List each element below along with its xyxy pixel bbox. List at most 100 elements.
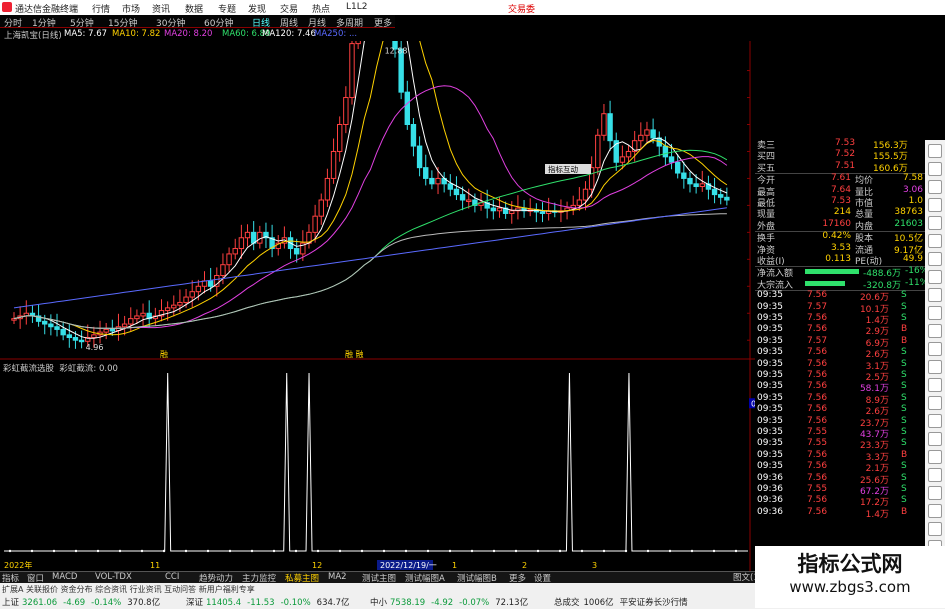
candle-body[interactable]	[429, 177, 435, 185]
candle-body[interactable]	[496, 207, 503, 212]
tab-2[interactable]: MACD	[52, 572, 77, 582]
grid-icon[interactable]	[928, 306, 942, 320]
menu-item-7[interactable]: 热点	[312, 2, 330, 15]
candle-body[interactable]	[576, 199, 583, 206]
candle-body[interactable]	[91, 334, 97, 339]
menu-item-6[interactable]: 交易	[280, 2, 298, 15]
candle-body[interactable]	[72, 337, 79, 341]
candle-body[interactable]	[625, 150, 632, 158]
candle-body[interactable]	[453, 188, 460, 196]
zoom-icon[interactable]	[928, 162, 942, 176]
period-2[interactable]: 5分钟	[70, 16, 94, 29]
candle-body[interactable]	[681, 172, 687, 179]
user-icon[interactable]	[928, 378, 942, 392]
period-0[interactable]: 分时	[4, 16, 22, 29]
candle-body[interactable]	[638, 134, 644, 142]
exit-icon[interactable]	[928, 396, 942, 410]
index-item[interactable]: 深证 11405.4 -11.53 -0.10% 634.7亿	[186, 596, 350, 608]
candle-body[interactable]	[404, 91, 410, 125]
candle-body[interactable]	[324, 177, 331, 201]
chart-icon[interactable]	[928, 198, 942, 212]
candle-body[interactable]	[595, 134, 601, 169]
candle-body[interactable]	[693, 183, 699, 188]
candle-body[interactable]	[226, 253, 232, 266]
candle-body[interactable]	[662, 145, 669, 158]
candle-body[interactable]	[293, 248, 300, 255]
candle-body[interactable]	[674, 161, 681, 174]
candle-body[interactable]	[66, 334, 73, 339]
candle-body[interactable]	[128, 318, 134, 325]
candle-body[interactable]	[466, 199, 472, 202]
menu-icon[interactable]	[928, 288, 942, 302]
index-item[interactable]: 中小 7538.19 -4.92 -0.07% 72.13亿	[370, 596, 528, 608]
layers-icon[interactable]	[928, 324, 942, 338]
candle-body[interactable]	[244, 231, 251, 239]
candle-body[interactable]	[42, 320, 48, 325]
period-7[interactable]: 周线	[280, 16, 298, 29]
candle-body[interactable]	[60, 328, 66, 336]
index-item[interactable]: 上证 3261.06 -4.69 -0.14% 370.8亿	[2, 596, 160, 608]
share-icon[interactable]	[928, 450, 942, 464]
tab-8[interactable]: MA2	[328, 572, 347, 582]
candle-body[interactable]	[103, 328, 109, 333]
candle-body[interactable]	[195, 285, 202, 293]
candle-body[interactable]	[109, 328, 116, 332]
candle-body[interactable]	[238, 237, 245, 250]
period-1[interactable]: 1分钟	[32, 16, 56, 29]
period-6[interactable]: 日线	[252, 16, 270, 29]
candle-body[interactable]	[134, 315, 140, 320]
candle-body[interactable]	[189, 291, 195, 298]
candle-body[interactable]	[718, 194, 724, 198]
info-icon[interactable]	[928, 216, 942, 230]
candle-body[interactable]	[410, 124, 417, 147]
period-3[interactable]: 15分钟	[108, 16, 137, 29]
candle-body[interactable]	[220, 264, 226, 276]
kline-chart[interactable]: 10.009.509.008.508.007.507.006.506.005.5…	[0, 41, 755, 571]
candle-body[interactable]	[423, 167, 429, 179]
candle-body[interactable]	[11, 318, 17, 321]
candle-body[interactable]	[54, 326, 60, 330]
candle-body[interactable]	[724, 196, 730, 201]
flag-icon[interactable]	[928, 270, 942, 284]
candle-body[interactable]	[140, 312, 146, 317]
candle-body[interactable]	[183, 296, 189, 303]
period-5[interactable]: 60分钟	[204, 16, 233, 29]
indicator-popup[interactable]: 指标互动	[545, 164, 591, 174]
period-8[interactable]: 月线	[308, 16, 326, 29]
candle-body[interactable]	[177, 301, 183, 306]
candle-body[interactable]	[171, 304, 177, 309]
period-4[interactable]: 30分钟	[156, 16, 185, 29]
candle-body[interactable]	[644, 129, 650, 136]
tab-3[interactable]: VOL-TDX	[95, 572, 132, 582]
candle-body[interactable]	[318, 199, 324, 217]
print-icon[interactable]	[928, 486, 942, 500]
candle-body[interactable]	[539, 211, 546, 214]
candle-body[interactable]	[349, 43, 355, 99]
help-icon[interactable]	[928, 342, 942, 356]
candle-body[interactable]	[232, 248, 238, 255]
candle-body[interactable]	[447, 183, 454, 190]
home-icon[interactable]	[928, 432, 942, 446]
candle-body[interactable]	[509, 210, 515, 214]
candle-body[interactable]	[164, 307, 171, 312]
candle-body[interactable]	[607, 113, 613, 142]
candle-body[interactable]	[601, 113, 607, 136]
export-icon[interactable]	[928, 468, 942, 482]
menu-item-4[interactable]: 专题	[218, 2, 236, 15]
list-icon[interactable]	[928, 180, 942, 194]
candle-body[interactable]	[490, 207, 497, 212]
ticker-text[interactable]: 扩展A 关联报价 资金分布 综合资讯 行业资讯 互动问答 新用户福利专享	[2, 584, 522, 594]
candle-body[interactable]	[207, 280, 214, 287]
refresh-icon[interactable]	[928, 144, 942, 158]
candle-body[interactable]	[459, 194, 466, 201]
alert-icon[interactable]	[928, 252, 942, 266]
candle-body[interactable]	[699, 183, 705, 188]
period-10[interactable]: 更多	[374, 16, 392, 29]
candle-body[interactable]	[78, 339, 85, 343]
menu-item-1[interactable]: 市场	[122, 2, 140, 15]
candle-body[interactable]	[121, 323, 128, 328]
more-icon[interactable]	[928, 414, 942, 428]
candle-body[interactable]	[711, 188, 718, 196]
candle-body[interactable]	[687, 177, 693, 185]
candle-body[interactable]	[668, 156, 675, 163]
